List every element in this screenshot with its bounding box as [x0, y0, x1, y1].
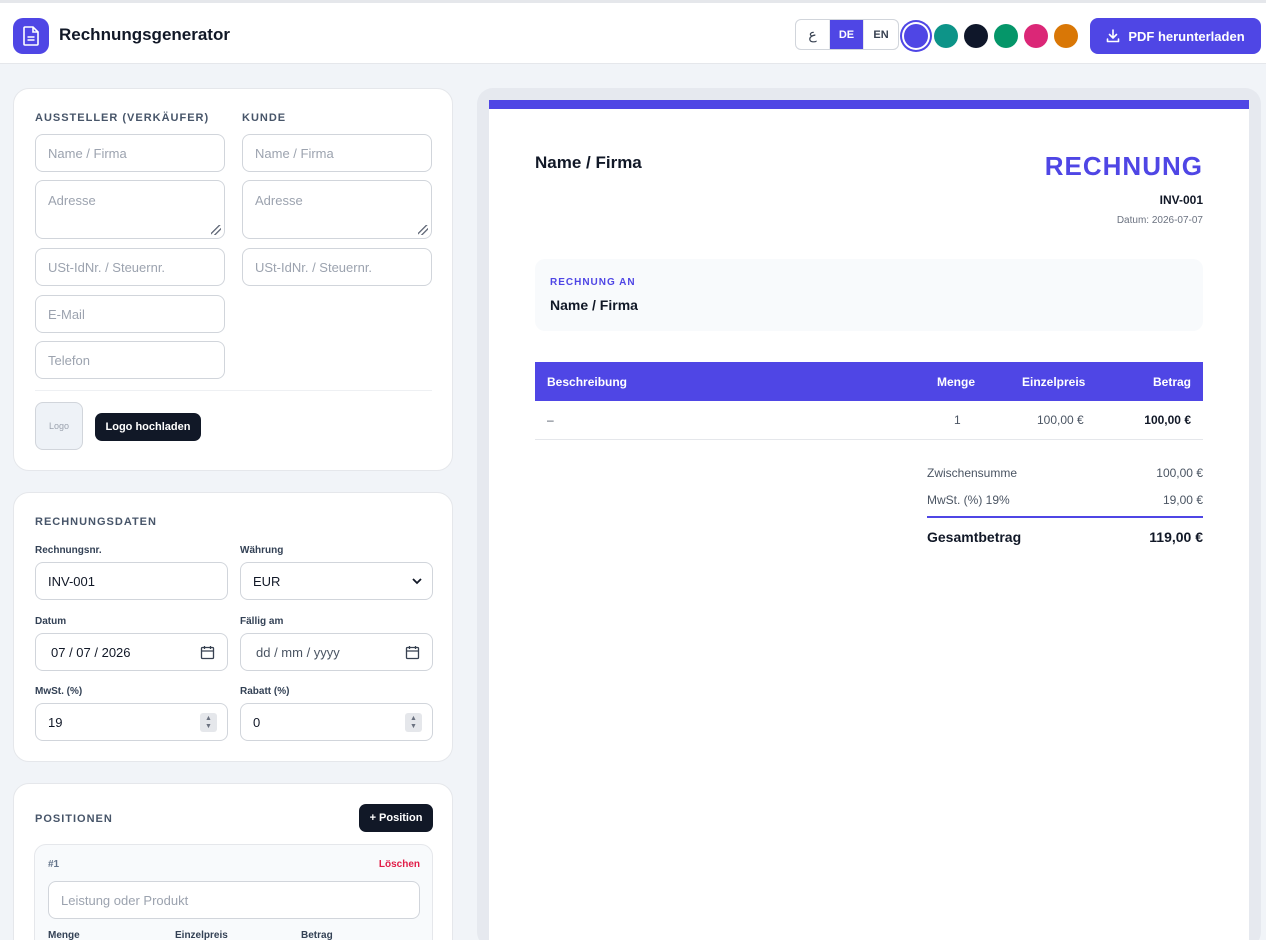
vat-sum-value: 19,00 €: [1162, 493, 1203, 507]
language-switcher: ع DE EN: [795, 19, 899, 50]
currency-value: EUR: [253, 573, 281, 589]
discount-value: 0: [253, 714, 261, 730]
discount-input[interactable]: 0 ▲ ▼: [240, 703, 433, 741]
column-description: Beschreibung: [547, 374, 628, 389]
seller-address-placeholder: Adresse: [48, 193, 96, 208]
total-label: Gesamtbetrag: [927, 529, 1022, 545]
language-de-button[interactable]: DE: [830, 20, 864, 49]
date-input[interactable]: 07 / 07 / 2026: [35, 633, 228, 671]
total-line: Gesamtbetrag 119,00 €: [927, 529, 1203, 545]
language-en-button[interactable]: EN: [864, 20, 898, 49]
table-row: – 1 100,00 € 100,00 €: [535, 401, 1203, 440]
currency-label: Währung: [240, 545, 284, 556]
invoice-paper: Name / Firma RECHNUNG INV-001 Datum: 202…: [489, 100, 1249, 940]
divider: [35, 390, 432, 391]
invoice-number-label: Rechnungsnr.: [35, 545, 102, 556]
customer-name-field[interactable]: Name / Firma: [242, 134, 432, 172]
seller-email-field[interactable]: E-Mail: [35, 295, 225, 333]
customer-address-placeholder: Adresse: [255, 193, 303, 208]
language-ar-button[interactable]: ع: [796, 20, 830, 49]
position-description-input[interactable]: Leistung oder Produkt: [48, 881, 420, 919]
color-swatch[interactable]: [994, 24, 1018, 48]
position-index: #1: [48, 859, 60, 870]
position-amount-label: Betrag: [301, 930, 333, 940]
date-label: Datum: [35, 616, 67, 627]
parties-card: AUSSTELLER (VERKÄUFER) KUNDE Name / Firm…: [13, 88, 453, 471]
discount-label: Rabatt (%): [240, 686, 290, 697]
preview-date: Datum: 2026-07-07: [1116, 215, 1203, 226]
invoice-data-card: RECHNUNGSDATEN Rechnungsnr. INV-001 Währ…: [13, 492, 453, 762]
seller-section-title: AUSSTELLER (VERKÄUFER): [35, 112, 210, 124]
vat-sum-label: MwSt. (%) 19%: [927, 493, 1010, 507]
color-swatch[interactable]: [904, 24, 928, 48]
seller-vat-field[interactable]: USt-IdNr. / Steuernr.: [35, 248, 225, 286]
customer-address-field[interactable]: Adresse: [242, 180, 432, 239]
positions-section-title: POSITIONEN: [35, 813, 113, 825]
logo-upload-button[interactable]: Logo hochladen: [95, 413, 201, 441]
seller-address-field[interactable]: Adresse: [35, 180, 225, 239]
color-swatch[interactable]: [1054, 24, 1078, 48]
color-swatch[interactable]: [1024, 24, 1048, 48]
color-swatch[interactable]: [934, 24, 958, 48]
app-title: Rechnungsgenerator: [59, 25, 230, 44]
seller-phone-field[interactable]: Telefon: [35, 341, 225, 379]
row-description: –: [547, 413, 554, 427]
subtotal-value: 100,00 €: [1156, 466, 1203, 480]
delete-position-button[interactable]: Löschen: [379, 859, 420, 870]
customer-section-title: KUNDE: [242, 112, 287, 124]
due-date-input[interactable]: dd / mm / yyyy: [240, 633, 433, 671]
column-amount: Betrag: [1152, 374, 1191, 389]
stepper-icon[interactable]: ▲ ▼: [405, 713, 422, 732]
customer-vat-field[interactable]: USt-IdNr. / Steuernr.: [242, 248, 432, 286]
preview-heading: RECHNUNG: [1044, 151, 1203, 181]
date-value: 07 / 07 / 2026: [51, 644, 131, 660]
subtotal-label: Zwischensumme: [927, 466, 1018, 480]
currency-select[interactable]: EUR: [240, 562, 433, 600]
download-icon: [1107, 29, 1120, 43]
row-amount: 100,00 €: [1144, 413, 1191, 427]
invoice-preview-panel: Name / Firma RECHNUNG INV-001 Datum: 202…: [477, 88, 1261, 940]
invoice-data-section-title: RECHNUNGSDATEN: [35, 516, 157, 528]
top-bar: Rechnungsgenerator ع DE EN PDF herunterl…: [0, 0, 1266, 64]
resize-handle-icon[interactable]: [418, 225, 428, 235]
bill-to-name: Name / Firma: [550, 297, 638, 313]
calendar-icon[interactable]: [405, 645, 420, 660]
position-quantity-label: Menge: [48, 930, 80, 940]
positions-card: POSITIONEN + Position #1 Löschen Leistun…: [13, 783, 453, 940]
subtotal-line: Zwischensumme 100,00 €: [927, 466, 1203, 480]
column-unit-price: Einzelpreis: [1022, 374, 1086, 389]
stepper-icon[interactable]: ▲ ▼: [200, 713, 217, 732]
preview-seller-name: Name / Firma: [535, 153, 642, 172]
vat-input[interactable]: 19 ▲ ▼: [35, 703, 228, 741]
total-divider: [927, 516, 1203, 518]
bill-to-box: RECHNUNG AN Name / Firma: [535, 259, 1203, 331]
pdf-download-label: PDF herunterladen: [1128, 28, 1245, 44]
position-unit-price-label: Einzelpreis: [175, 930, 228, 940]
logo-preview: Logo: [35, 402, 83, 450]
color-swatch[interactable]: [964, 24, 988, 48]
column-quantity: Menge: [937, 374, 976, 389]
invoice-number-input[interactable]: INV-001: [35, 562, 228, 600]
preview-invoice-number: INV-001: [1159, 193, 1203, 207]
items-table-header: Beschreibung Menge Einzelpreis Betrag: [535, 362, 1203, 401]
row-quantity: 1: [954, 413, 961, 427]
due-date-placeholder: dd / mm / yyyy: [256, 644, 340, 660]
vat-label: MwSt. (%): [35, 686, 83, 697]
document-icon: [13, 18, 49, 54]
due-date-label: Fällig am: [240, 616, 284, 627]
total-value: 119,00 €: [1149, 529, 1203, 545]
seller-name-field[interactable]: Name / Firma: [35, 134, 225, 172]
row-unit-price: 100,00 €: [1037, 413, 1084, 427]
bill-to-label: RECHNUNG AN: [550, 277, 636, 288]
vat-line: MwSt. (%) 19% 19,00 €: [927, 493, 1203, 507]
resize-handle-icon[interactable]: [211, 225, 221, 235]
position-item: #1 Löschen Leistung oder Produkt Menge E…: [34, 844, 433, 940]
vat-value: 19: [48, 714, 63, 730]
add-position-button[interactable]: + Position: [359, 804, 433, 832]
chevron-down-icon: [412, 578, 422, 585]
calendar-icon[interactable]: [200, 645, 215, 660]
pdf-download-button[interactable]: PDF herunterladen: [1090, 18, 1261, 54]
